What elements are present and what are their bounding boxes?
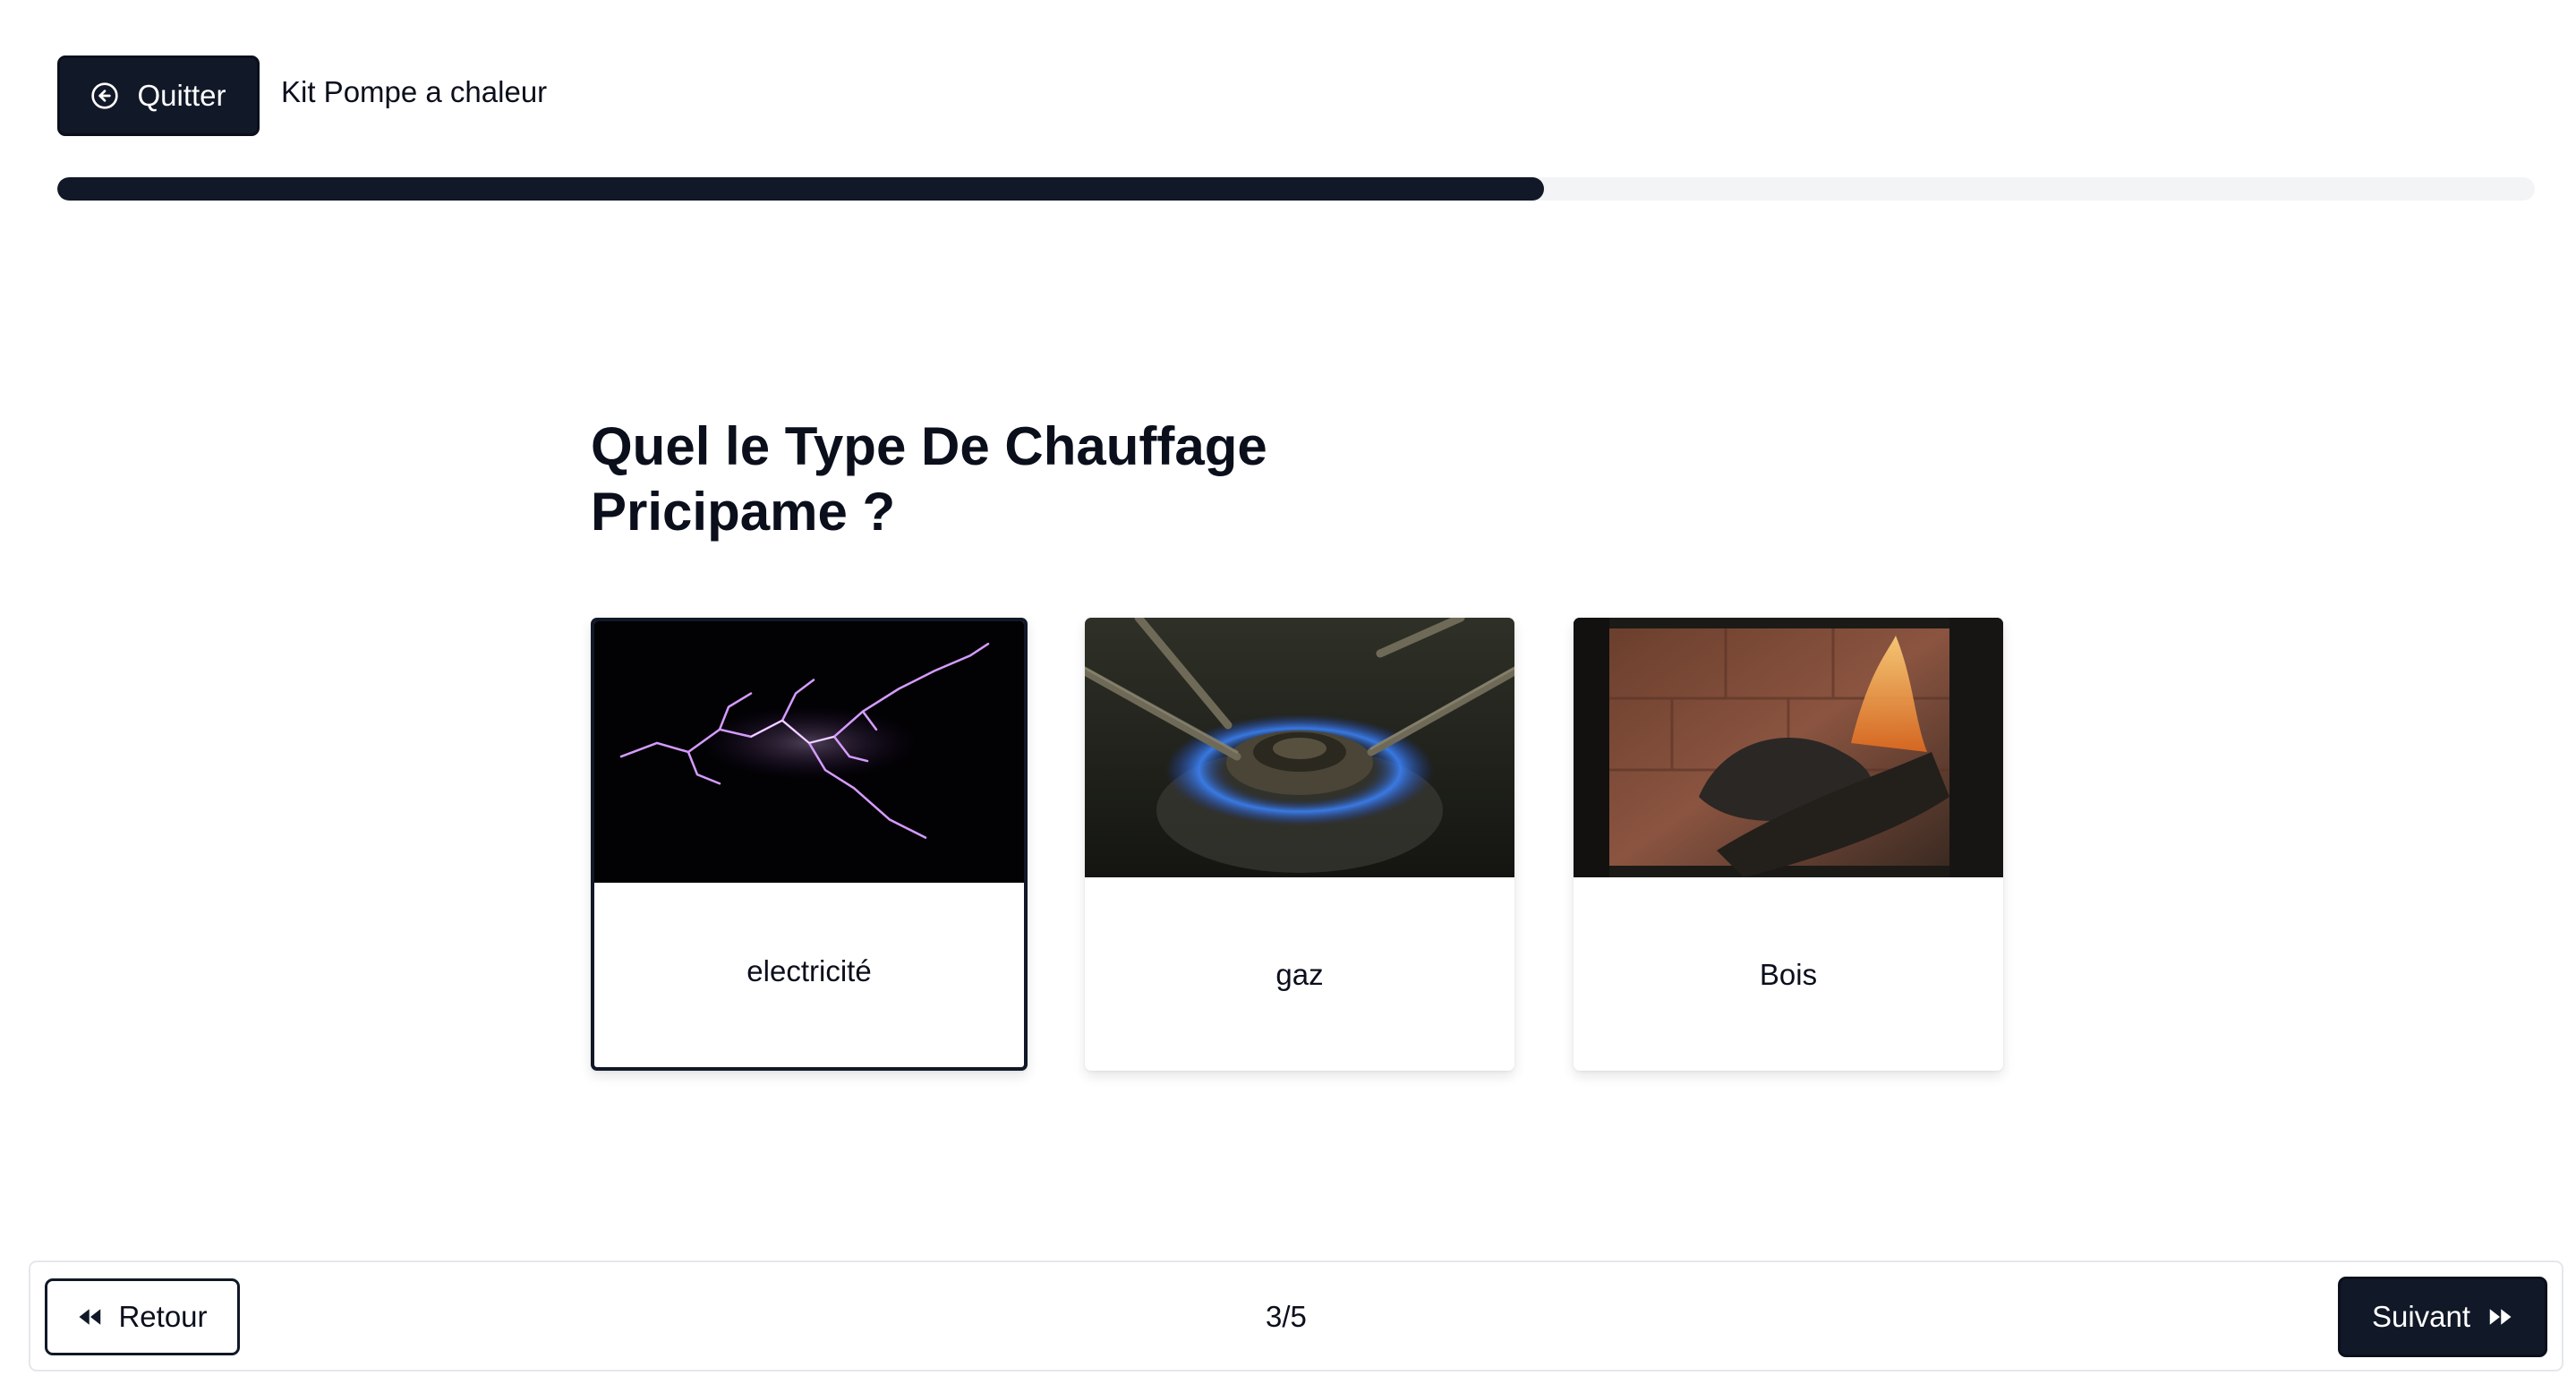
option-card-electricite[interactable]: electricité — [591, 618, 1028, 1071]
option-label: Bois — [1759, 958, 1818, 991]
option-card-bois[interactable]: Bois — [1574, 618, 2003, 1071]
gas-flame-photo — [1085, 618, 1514, 877]
step-indicator: 3/5 — [1266, 1300, 1307, 1333]
back-button[interactable]: Retour — [45, 1278, 240, 1355]
progress-bar — [57, 177, 2535, 201]
wood-fire-photo — [1574, 618, 2003, 877]
circle-arrow-left-icon — [90, 81, 119, 110]
kit-title: Kit Pompe a chaleur — [281, 75, 548, 108]
option-label: electricité — [746, 954, 872, 987]
next-button-label: Suivant — [2371, 1300, 2471, 1333]
progress-fill — [57, 177, 1544, 201]
option-card-gaz[interactable]: gaz — [1085, 618, 1514, 1071]
option-label: gaz — [1275, 958, 1324, 991]
quit-button[interactable]: Quitter — [57, 56, 260, 136]
rewind-icon — [77, 1303, 104, 1330]
quit-button-label: Quitter — [137, 79, 226, 112]
question-title: Quel le Type De Chauffage Pricipame ? — [591, 416, 1267, 542]
fast-forward-icon — [2486, 1303, 2513, 1330]
next-button[interactable]: Suivant — [2338, 1277, 2547, 1357]
back-button-label: Retour — [118, 1300, 208, 1333]
lightning-photo — [594, 621, 1024, 883]
